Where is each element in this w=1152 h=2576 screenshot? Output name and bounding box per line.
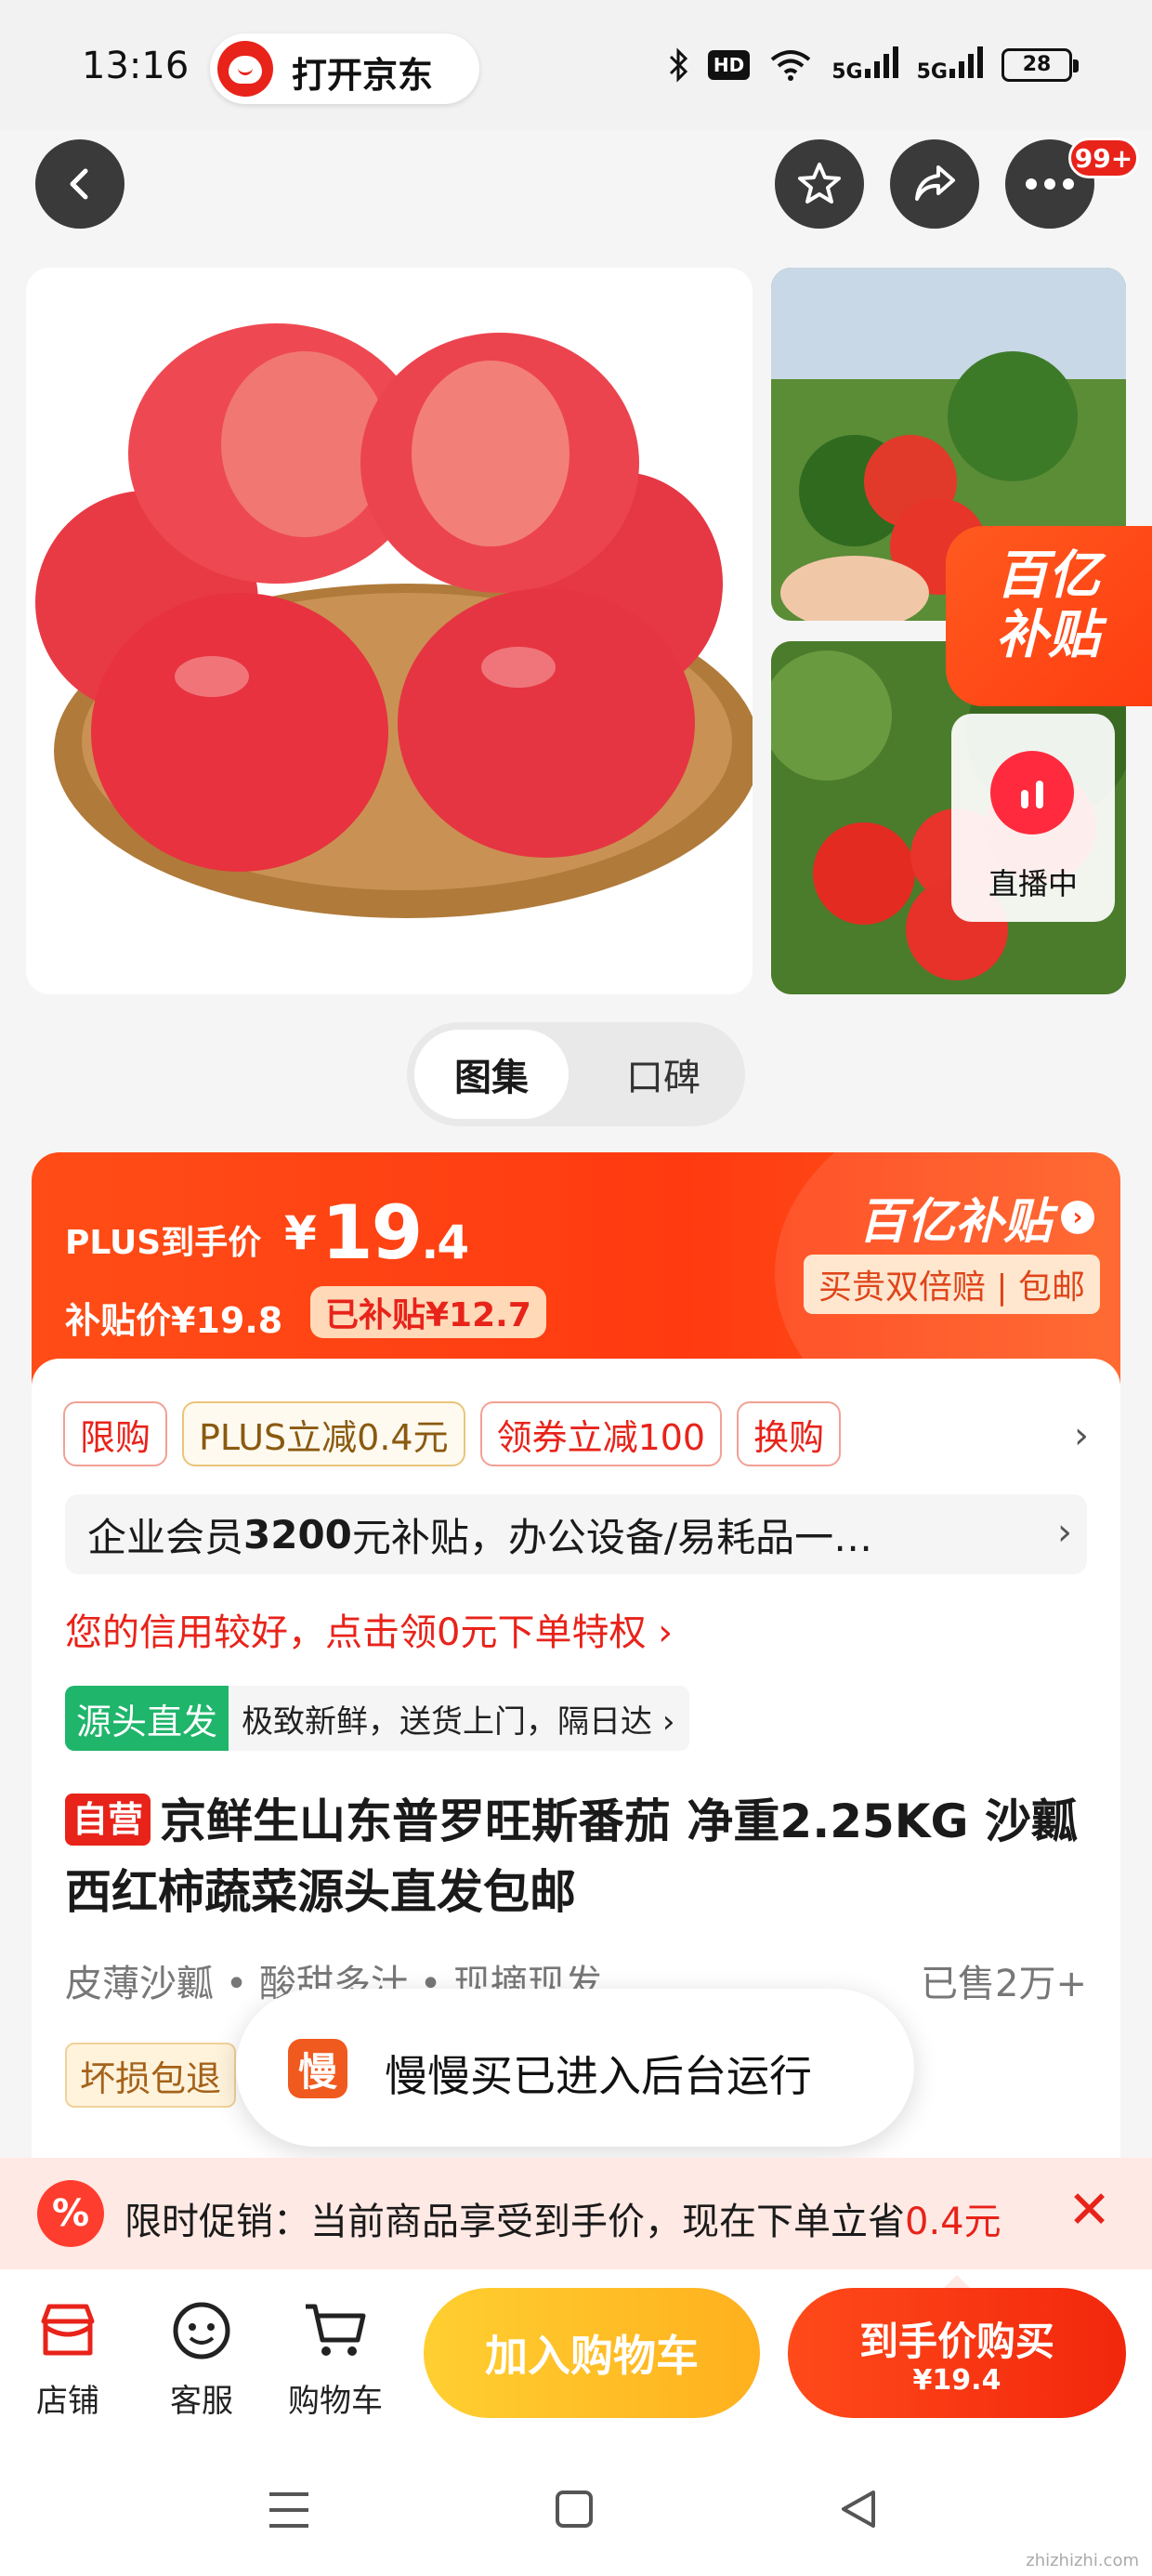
tab-gallery[interactable]: 图集 xyxy=(414,1030,569,1119)
customer-service-icon xyxy=(173,2302,230,2359)
store-label: 店铺 xyxy=(36,2383,99,2420)
damage-refund-tag: 坏损包退 xyxy=(65,2043,237,2108)
plus-price: 19.4 xyxy=(321,1189,469,1276)
live-label: 直播中 xyxy=(988,866,1078,901)
notification-badge: 99+ xyxy=(1068,138,1139,178)
back-triangle-icon[interactable] xyxy=(836,2487,879,2531)
subsidized-amount-tag: 已补贴¥12.7 xyxy=(310,1286,546,1338)
plus-price-label: PLUS到手价 xyxy=(65,1224,262,1262)
share-icon xyxy=(915,165,955,201)
live-stream-button[interactable]: 直播中 xyxy=(951,714,1115,922)
live-icon xyxy=(990,751,1074,835)
cart-label: 购物车 xyxy=(288,2383,383,2420)
battery-icon: 28 xyxy=(1001,48,1079,82)
guarantee-tag: 买贵双倍赔 | 包邮 xyxy=(803,1255,1100,1314)
currency-symbol: ¥ xyxy=(284,1206,317,1260)
main-product-image[interactable] xyxy=(26,268,753,994)
add-to-cart-button[interactable]: 加入购物车 xyxy=(424,2288,760,2418)
close-icon[interactable]: ✕ xyxy=(1067,2180,1111,2241)
origin-direct-row[interactable]: 源头直发 极致新鲜，送货上门，隔日达 › xyxy=(65,1686,690,1751)
signal-2-icon: 5G xyxy=(917,46,983,85)
open-jd-app-button[interactable]: 打开京东 xyxy=(210,33,479,104)
system-icons: HD 5G 5G 28 xyxy=(667,45,1079,85)
enterprise-subsidy-row[interactable]: 企业会员 3200 元补贴，办公设备/易耗品一… xyxy=(65,1494,1087,1574)
credit-privilege-link[interactable]: 您的信用较好，点击领0元下单特权 › xyxy=(65,1602,673,1656)
subsidy-corner-tag: 百亿 补贴 xyxy=(946,526,1152,706)
product-info-card: 限购 PLUS立减0.4元 领券立减100 换购 › 企业会员 3200 元补贴，办… xyxy=(32,1359,1120,2288)
store-button[interactable]: 店铺 xyxy=(7,2295,128,2421)
tag-limit[interactable]: 限购 xyxy=(63,1401,168,1466)
limited-promo-banner[interactable]: % 限时促销：当前商品享受到手价，现在下单立省0.4元 ✕ xyxy=(0,2158,1152,2269)
toast-message: 慢慢买已进入后台运行 xyxy=(385,2051,812,2101)
cart-button[interactable]: 购物车 xyxy=(275,2295,396,2421)
chevron-left-icon xyxy=(70,168,88,200)
store-icon xyxy=(41,2304,95,2356)
background-running-toast: 慢 慢慢买已进入后台运行 xyxy=(236,1989,914,2147)
star-icon xyxy=(798,163,841,204)
tag-exchange[interactable]: 换购 xyxy=(737,1401,842,1466)
share-button[interactable] xyxy=(890,139,979,229)
sold-count: 已售2万+ xyxy=(921,1963,1087,2005)
billion-subsidy-link[interactable]: 百亿补贴 › xyxy=(858,1182,1094,1252)
home-icon[interactable] xyxy=(554,2489,595,2530)
subsidy-price: 补贴价¥19.8 xyxy=(65,1300,283,1341)
origin-direct-text: 极致新鲜，送货上门，隔日达 › xyxy=(242,1702,675,1741)
media-segment-control: 图集 口碑 xyxy=(407,1022,745,1126)
chevron-right-icon: › xyxy=(1061,1200,1094,1234)
hd-voice-icon: HD xyxy=(707,50,751,80)
status-bar: 13:16 打开京东 HD 5G 5G 28 xyxy=(0,0,1152,130)
customer-service-label: 客服 xyxy=(170,2383,233,2420)
open-jd-label: 打开京东 xyxy=(292,55,434,96)
tomato-plate-image xyxy=(26,268,753,994)
shopping-cart-icon xyxy=(306,2304,366,2356)
bluetooth-icon xyxy=(669,47,688,83)
tag-coupon[interactable]: 领券立减100 xyxy=(479,1401,723,1466)
buy-now-button[interactable]: 到手价购买 ¥19.4 xyxy=(788,2275,1126,2418)
status-time: 13:16 xyxy=(82,45,190,87)
jd-mascot-icon xyxy=(217,41,273,97)
tab-reviews[interactable]: 口碑 xyxy=(589,1030,738,1119)
tag-plus-discount[interactable]: PLUS立减0.4元 xyxy=(182,1401,465,1466)
bottom-action-bar: 店铺 客服 购物车 加入购物车 到手价购买 ¥19.4 xyxy=(0,2269,1152,2446)
customer-service-button[interactable]: 客服 xyxy=(141,2295,262,2421)
chevron-right-icon[interactable]: › xyxy=(1057,1511,1072,1554)
system-navigation-bar: zhizhizhi.com xyxy=(0,2446,1152,2576)
product-title: 自营 京鲜生山东普罗旺斯番茄 净重2.25KG 沙瓤西红柿蔬菜源头直发包邮 xyxy=(65,1794,1078,1919)
menu-icon[interactable] xyxy=(266,2489,312,2531)
promo-tags[interactable]: 限购 PLUS立减0.4元 领券立减100 换购 xyxy=(63,1401,842,1466)
watermark: zhizhizhi.com xyxy=(1026,2551,1139,2570)
wifi-icon xyxy=(771,50,811,81)
favorite-button[interactable] xyxy=(775,139,864,229)
back-button[interactable] xyxy=(35,139,124,229)
promo-text: 限时促销：当前商品享受到手价，现在下单立省0.4元 xyxy=(124,2201,1001,2243)
chevron-right-icon[interactable]: › xyxy=(1074,1414,1089,1457)
more-dots-icon xyxy=(1026,178,1074,190)
signal-1-icon: 5G xyxy=(831,46,898,85)
discount-percent-icon: % xyxy=(37,2180,104,2247)
manmanmai-app-icon: 慢 xyxy=(288,2039,347,2098)
product-gallery: 百亿 补贴 直播中 1 7 xyxy=(0,260,1152,1225)
origin-direct-badge: 源头直发 xyxy=(65,1686,229,1751)
self-operated-badge: 自营 xyxy=(65,1794,151,1846)
